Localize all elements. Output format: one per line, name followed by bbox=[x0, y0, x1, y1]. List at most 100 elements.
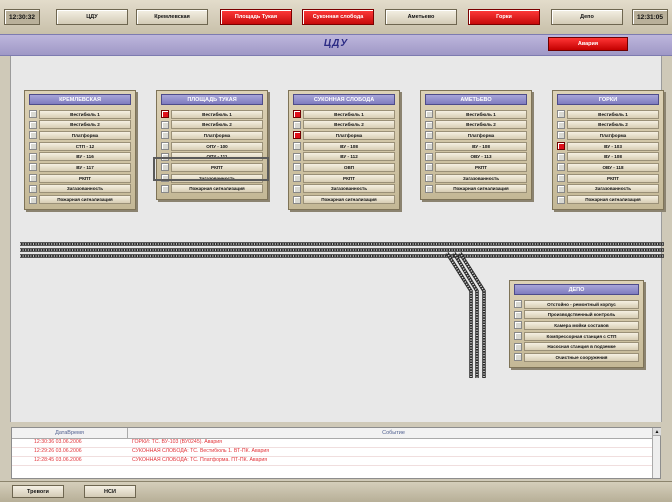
status-indicator bbox=[29, 142, 37, 151]
depot-row-button[interactable]: Насосная станция в подземке bbox=[524, 342, 639, 352]
station-row-button[interactable]: Загазованность bbox=[567, 184, 659, 194]
status-indicator bbox=[557, 152, 565, 161]
station-row-button[interactable]: ВУ - 108 bbox=[567, 152, 659, 162]
station-row-button[interactable]: Вестибюль 1 bbox=[567, 109, 659, 119]
station-row-button[interactable]: ОВУ - 118 bbox=[567, 162, 659, 172]
station-row-button[interactable]: Платформа bbox=[567, 130, 659, 140]
nsi-button[interactable]: НСИ bbox=[84, 485, 136, 498]
station-row-button[interactable]: ОПУ - 111 bbox=[171, 152, 263, 162]
station-row-button[interactable]: СТП - 12 bbox=[39, 141, 131, 151]
status-indicator bbox=[514, 310, 522, 319]
station-row-button[interactable]: ВУ - 108 bbox=[435, 141, 527, 151]
station-row: ОВП bbox=[293, 162, 395, 172]
depot-row: Компрессорная станция с СТП bbox=[514, 331, 639, 341]
station-row: Пожарная сигнализация bbox=[161, 184, 263, 194]
log-row[interactable]: 12:28:45 03.06.2006 СУКОННАЯ СЛОБОДА: ТС.… bbox=[12, 457, 660, 466]
scroll-up-icon[interactable]: ▲ bbox=[653, 428, 661, 436]
depot-row: Отстойно - ремонтный корпус bbox=[514, 299, 639, 309]
station-row-button[interactable]: Вестибюль 2 bbox=[39, 120, 131, 130]
clock-right: 12:31:05 bbox=[632, 9, 668, 25]
station-row-button[interactable]: Вестибюль 1 bbox=[435, 109, 527, 119]
station-row-button[interactable]: РКПТ bbox=[303, 173, 395, 183]
alarm-button[interactable]: Авария bbox=[548, 37, 628, 51]
station-row: Загазованность bbox=[161, 173, 263, 183]
station-row-button[interactable]: ВУ - 112 bbox=[303, 152, 395, 162]
station-row: ВУ - 116 bbox=[29, 152, 131, 162]
station-row-button[interactable]: Пожарная сигнализация bbox=[39, 195, 131, 204]
station-row-button[interactable]: Загазованность bbox=[39, 184, 131, 194]
station-row-button[interactable]: ОПУ - 100 bbox=[171, 141, 263, 151]
station-row-button[interactable]: Пожарная сигнализация bbox=[303, 195, 395, 204]
station-row-button[interactable]: РКПТ bbox=[39, 173, 131, 183]
station-row-button[interactable]: Пожарная сигнализация bbox=[435, 184, 527, 194]
event-log: ДатаВремя Событие 12:30:36 03.06.2006 ГОР… bbox=[11, 427, 661, 479]
station-row-button[interactable]: ОВУ - 113 bbox=[435, 152, 527, 162]
status-indicator bbox=[514, 321, 522, 330]
status-indicator bbox=[29, 131, 37, 140]
station-row-button[interactable]: Загазованность bbox=[435, 173, 527, 183]
station-row-button[interactable]: Вестибюль 1 bbox=[171, 109, 263, 119]
nav-button[interactable]: Депо bbox=[551, 9, 623, 25]
station-row: Загазованность bbox=[557, 184, 659, 194]
depot-row-button[interactable]: Отстойно - ремонтный корпус bbox=[524, 299, 639, 309]
station-row-button[interactable]: ВУ - 103 bbox=[567, 141, 659, 151]
station-row-button[interactable]: Вестибюль 2 bbox=[435, 120, 527, 130]
status-indicator bbox=[29, 184, 37, 193]
status-indicator bbox=[557, 184, 565, 193]
alarm-indicator bbox=[293, 110, 301, 118]
nav-button[interactable]: Горки bbox=[468, 9, 540, 25]
nav-button[interactable]: Суконная слобода bbox=[302, 9, 374, 25]
log-scrollbar[interactable]: ▲ bbox=[652, 428, 661, 478]
status-indicator bbox=[293, 174, 301, 183]
nav-button[interactable]: Аметьево bbox=[385, 9, 457, 25]
station-row-button[interactable]: Платформа bbox=[435, 130, 527, 140]
station-row-button[interactable]: Загазованность bbox=[171, 173, 263, 183]
station-row-button[interactable]: Вестибюль 2 bbox=[171, 120, 263, 130]
alarms-button[interactable]: Тревоги bbox=[12, 485, 64, 498]
status-indicator bbox=[29, 174, 37, 183]
depot-row-button[interactable]: Камера мойки составов bbox=[524, 320, 639, 330]
station-row-button[interactable]: Вестибюль 2 bbox=[303, 120, 395, 130]
station-title[interactable]: ПЛОЩАДЬ ТУКАЯ bbox=[161, 94, 263, 105]
log-datetime: 12:30:36 03.06.2006 bbox=[34, 439, 82, 445]
station-row-button[interactable]: Загазованность bbox=[303, 184, 395, 194]
station-row-button[interactable]: РКПТ bbox=[435, 162, 527, 172]
station-row-button[interactable]: ОВП bbox=[303, 162, 395, 172]
station-title[interactable]: КРЕМЛЕВСКАЯ bbox=[29, 94, 131, 105]
station-row-button[interactable]: Вестибюль 1 bbox=[39, 109, 131, 119]
station-row-button[interactable]: ВУ - 108 bbox=[303, 141, 395, 151]
depot-row-button[interactable]: Очистные сооружения bbox=[524, 352, 639, 362]
station-row-button[interactable]: Вестибюль 2 bbox=[567, 120, 659, 130]
status-indicator bbox=[293, 163, 301, 172]
depot-row-button[interactable]: Производственный контроль bbox=[524, 310, 639, 320]
station-row: Загазованность bbox=[293, 184, 395, 194]
station-row-button[interactable]: Вестибюль 1 bbox=[303, 109, 395, 119]
station-title[interactable]: ГОРКИ bbox=[557, 94, 659, 105]
station-row-button[interactable]: Платформа bbox=[39, 130, 131, 140]
log-row[interactable]: 12:29:26 03.06.2006 СУКОННАЯ СЛОБОДА: ТС.… bbox=[12, 448, 660, 457]
nav-button[interactable]: Площадь Тукая bbox=[220, 9, 292, 25]
station-card: ПЛОЩАДЬ ТУКАЯ Вестибюль 1 Вестибюль 2 Платф… bbox=[156, 90, 268, 200]
station-row-button[interactable]: Платформа bbox=[171, 130, 263, 140]
depot-row-button[interactable]: Компрессорная станция с СТП bbox=[524, 331, 639, 341]
station-row-button[interactable]: Пожарная сигнализация bbox=[171, 184, 263, 194]
depot-row: Камера мойки составов bbox=[514, 320, 639, 330]
station-title[interactable]: АМЕТЬЕВО bbox=[425, 94, 527, 105]
depot-row: Насосная станция в подземке bbox=[514, 342, 639, 352]
nav-button[interactable]: Кремлевская bbox=[136, 9, 208, 25]
log-row[interactable]: 12:30:36 03.06.2006 ГОРКИ: ТС. ВУ-103 (ВУ… bbox=[12, 439, 660, 448]
station-row-button[interactable]: ВУ - 116 bbox=[39, 152, 131, 162]
station-row-button[interactable]: РКПТ bbox=[171, 162, 263, 172]
nav-button[interactable]: ЦДУ bbox=[56, 9, 128, 25]
log-col-datetime[interactable]: ДатаВремя bbox=[12, 428, 128, 438]
station-row: Загазованность bbox=[29, 184, 131, 194]
station-row-button[interactable]: Платформа bbox=[303, 130, 395, 140]
station-title[interactable]: СУКОННАЯ СЛОБОДА bbox=[293, 94, 395, 105]
station-row-button[interactable]: РКПТ bbox=[567, 173, 659, 183]
station-row: Вестибюль 2 bbox=[425, 120, 527, 130]
station-row-button[interactable]: Пожарная сигнализация bbox=[567, 195, 659, 204]
log-col-event[interactable]: Событие bbox=[128, 428, 660, 438]
status-indicator bbox=[425, 163, 433, 172]
status-indicator bbox=[557, 120, 565, 129]
station-row-button[interactable]: ВУ - 117 bbox=[39, 162, 131, 172]
